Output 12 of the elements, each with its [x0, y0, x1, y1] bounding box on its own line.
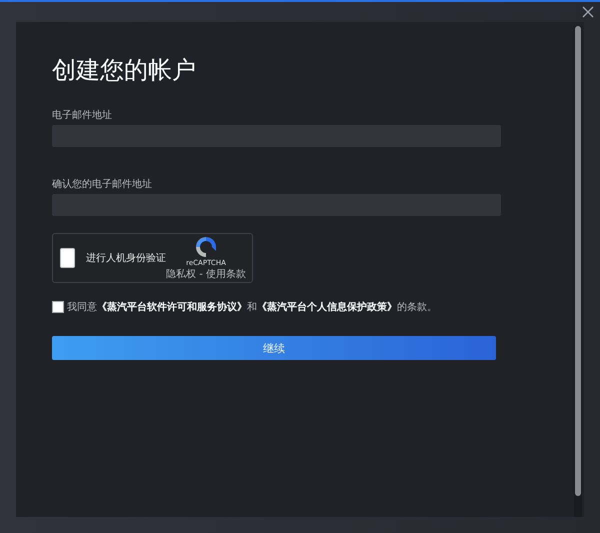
captcha-checkbox[interactable] — [60, 248, 76, 268]
captcha-label: 进行人机身份验证 — [86, 252, 166, 265]
field-label: 电子邮件地址 — [52, 108, 113, 122]
agreement-link[interactable]: 《蒸汽平台软件许可和服务协议》 — [97, 302, 247, 313]
field-label: 确认您的电子邮件地址 — [52, 178, 153, 191]
close-icon[interactable] — [581, 5, 595, 19]
scrollbar[interactable] — [574, 26, 582, 517]
agreement-link[interactable]: 《蒸汽平台个人信息保护政策》 — [257, 302, 397, 313]
page-title: 创建您的帐户 — [52, 55, 197, 86]
captcha-links[interactable]: 隐私权 - 使用条款 — [166, 267, 246, 281]
agree-checkbox[interactable] — [52, 301, 64, 313]
agreement-text: 我同意《蒸汽平台软件许可和服务协议》和《蒸汽平台个人信息保护政策》的条款。 — [67, 300, 437, 314]
